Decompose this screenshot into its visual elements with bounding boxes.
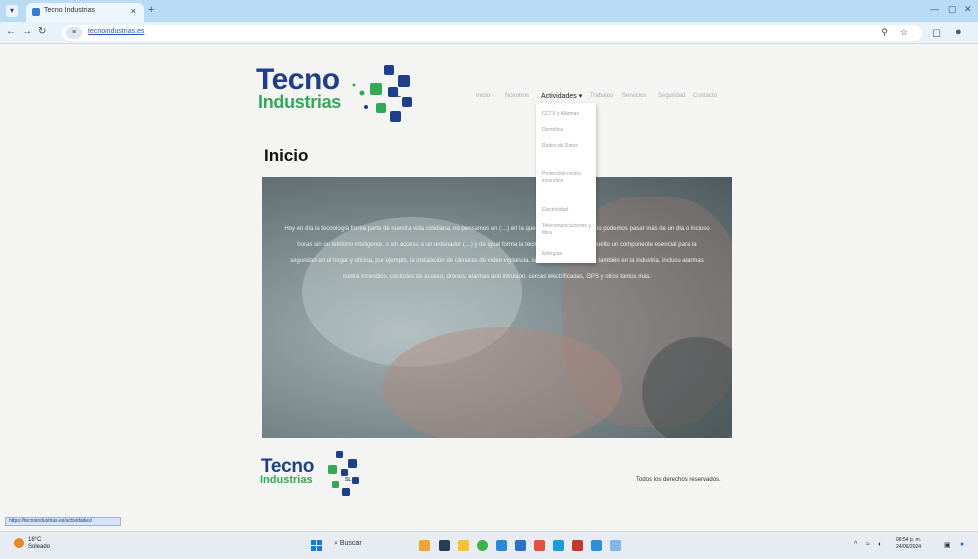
back-icon[interactable]: ← [6, 26, 16, 37]
store-icon[interactable] [496, 540, 507, 551]
dropdown-item[interactable]: Redes de Datos [542, 143, 594, 150]
dropdown-item[interactable]: Electricidad [542, 207, 594, 214]
logo-molecule-icon [352, 65, 412, 122]
new-tab-button[interactable]: + [148, 4, 154, 16]
profile-icon[interactable]: ● [955, 26, 962, 38]
hero-text: Hoy en día la tecnología forma parte de … [284, 226, 710, 280]
nav-dropdown-menu: CCTV y Alarmas Domótica Redes de Datos P… [536, 103, 596, 263]
maximize-icon[interactable]: ▢ [948, 4, 957, 15]
chrome-icon[interactable] [477, 540, 488, 551]
footer-logo-line2: Industrias [260, 474, 313, 486]
reload-icon[interactable]: ↻ [38, 26, 46, 37]
site-favicon-icon [32, 8, 40, 16]
extensions-icon[interactable]: ◻ [932, 26, 941, 39]
clock-time: 06:54 p. m. [896, 537, 922, 543]
footer-logo-molecule-icon [328, 451, 359, 496]
bookmark-star-icon[interactable]: ☆ [900, 27, 908, 38]
office-icon[interactable] [572, 540, 583, 551]
explorer-icon[interactable] [439, 540, 450, 551]
nav-item-contacto[interactable]: Contacto [693, 93, 717, 99]
address-bar[interactable]: ≡ tecnoindustrias.es ⚲ ☆ [62, 25, 922, 41]
nav-item-actividades[interactable]: Actividades ▾ [541, 92, 582, 100]
nav-item-actividades-label: Actividades [541, 93, 577, 100]
link-status-bar: https://tecnoindustrias.es/actividades/ [5, 517, 121, 526]
footer-logo[interactable]: Tecno Industrias SL [258, 449, 362, 499]
edge-icon[interactable] [553, 540, 564, 551]
weather-icon[interactable] [14, 538, 24, 548]
browser-toolbar: ← → ↻ ≡ tecnoindustrias.es ⚲ ☆ [0, 22, 978, 44]
tab-title: Tecno Industrias [44, 7, 95, 14]
taskbar: 18°C Soleado ⌕ Buscar ^ ≈ ◐ 06:54 p. m. … [0, 531, 978, 559]
files-icon[interactable] [419, 540, 430, 551]
notification-icon[interactable]: ▣ [944, 541, 951, 549]
app-icon[interactable] [534, 540, 545, 551]
logo-line2: Industrias [258, 92, 342, 112]
dropdown-item[interactable]: CCTV y Alarmas [542, 111, 594, 118]
tray-chevron-up-icon[interactable]: ^ [854, 541, 857, 548]
page-title: Inicio [264, 146, 309, 165]
dropdown-item[interactable]: Protección contra incendios [542, 171, 594, 185]
dropdown-item[interactable]: Telecomunicaciones y fibra [542, 223, 594, 237]
site-info-icon[interactable]: ≡ [66, 27, 82, 39]
minimize-icon[interactable]: — [930, 4, 939, 14]
forward-icon[interactable]: → [22, 26, 32, 37]
taskbar-clock[interactable]: 06:54 p. m. 24/06/2024 [896, 537, 921, 551]
tab-close-icon[interactable]: × [131, 6, 136, 16]
photos-icon[interactable] [591, 540, 602, 551]
wifi-icon[interactable]: ≈ [866, 541, 870, 548]
clock-date: 24/06/2024 [896, 544, 922, 550]
app-icon[interactable] [610, 540, 621, 551]
browser-tab[interactable]: Tecno Industrias × [26, 3, 144, 22]
mail-icon[interactable] [515, 540, 526, 551]
nav-item-nosotros[interactable]: Nosotros [505, 93, 529, 99]
site-logo[interactable]: Tecno Industrias SL [256, 63, 416, 125]
magnifier-icon[interactable]: ⚲ [881, 27, 888, 38]
dropdown-item[interactable]: Energías [542, 251, 594, 258]
footer-copyright: Todos los derechos reservados. [636, 477, 721, 483]
hero-banner: Hoy en día la tecnología forma parte de … [262, 177, 732, 438]
copilot-icon[interactable]: ● [960, 541, 964, 548]
dropdown-item[interactable]: Domótica [542, 127, 594, 134]
tab-menu-icon[interactable]: ▾ [6, 5, 18, 17]
nav-item-servicios[interactable]: Servicios [622, 93, 646, 99]
address-url[interactable]: tecnoindustrias.es [88, 28, 144, 35]
start-windows-icon[interactable] [311, 540, 322, 551]
nav-item-inicio[interactable]: Inicio [476, 93, 490, 99]
volume-icon[interactable]: ◐ [878, 541, 882, 548]
browser-tabbar: ▾ Tecno Industrias × + — ▢ ✕ [0, 0, 978, 22]
folder-icon[interactable] [458, 540, 469, 551]
weather-temp: 18°C [28, 537, 42, 543]
weather-widget[interactable]: 18°C Soleado [28, 537, 50, 551]
nav-item-trabajos[interactable]: Trabajos [590, 93, 613, 99]
close-window-icon[interactable]: ✕ [964, 4, 972, 15]
chevron-down-icon: ▾ [578, 93, 583, 100]
nav-item-seguridad[interactable]: Seguridad [658, 93, 685, 99]
search-label: Buscar [339, 540, 362, 547]
taskbar-search[interactable]: ⌕ Buscar [334, 540, 362, 548]
weather-desc: Soleado [28, 544, 51, 550]
